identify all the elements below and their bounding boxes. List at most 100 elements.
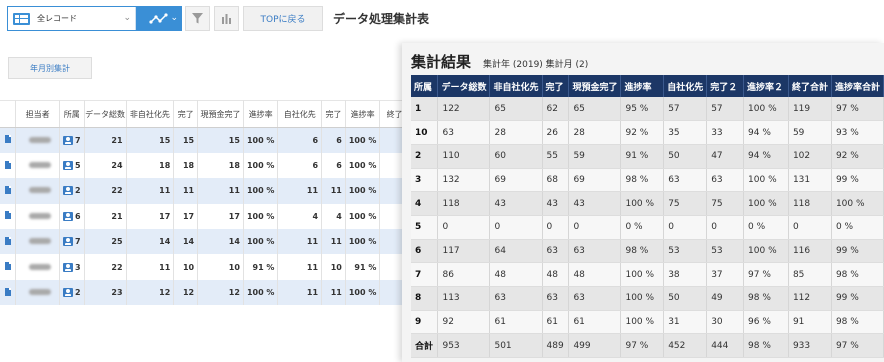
table-cell: 12 bbox=[126, 279, 175, 306]
column-header[interactable]: データ総数 bbox=[437, 75, 491, 97]
table-row[interactable]: 6 21 17 17 17 100 % 4 4 100 % bbox=[0, 203, 410, 230]
column-header[interactable]: 進捗率 bbox=[345, 100, 381, 128]
table-cell: 99 % bbox=[831, 168, 884, 193]
table-cell: 97 % bbox=[743, 262, 789, 287]
table-cell: 100 % bbox=[345, 127, 381, 153]
filter-button[interactable] bbox=[185, 6, 210, 31]
record-detail-cell[interactable] bbox=[0, 178, 17, 204]
record-detail-cell[interactable] bbox=[0, 254, 17, 280]
column-header[interactable]: 現預金完了 bbox=[568, 75, 622, 97]
document-icon[interactable] bbox=[4, 287, 11, 296]
row-header: 合計 bbox=[411, 333, 439, 359]
affiliation-cell[interactable]: 2 bbox=[59, 279, 85, 306]
table-row[interactable]: 2 23 12 12 12 100 % 11 11 100 % bbox=[0, 279, 410, 306]
table-cell: 100 % bbox=[345, 152, 381, 179]
column-header[interactable]: 所属 bbox=[59, 100, 85, 128]
table-cell: 50 bbox=[663, 286, 708, 311]
table-cell: 92 % bbox=[620, 120, 665, 145]
blurred-name bbox=[29, 289, 52, 296]
table-cell: 33 bbox=[706, 120, 745, 145]
affiliation-cell[interactable]: 7 bbox=[59, 127, 85, 153]
table-cell: 18 bbox=[126, 152, 175, 179]
table-row: 4 118 43 43 43 100 % 75 75 100 % 118 100 % bbox=[411, 191, 884, 216]
table-row[interactable]: 7 21 15 15 15 100 % 6 6 100 % bbox=[0, 127, 410, 153]
table-cell: 63 bbox=[437, 120, 491, 145]
user-icon bbox=[63, 135, 74, 145]
column-header[interactable]: 進捗率 bbox=[620, 75, 665, 97]
user-icon bbox=[63, 288, 74, 298]
person-cell bbox=[15, 127, 61, 153]
record-detail-cell[interactable] bbox=[0, 203, 17, 230]
column-header[interactable]: 担当者 bbox=[15, 100, 61, 128]
monthly-aggregate-button[interactable]: 年月別集計 bbox=[8, 57, 92, 79]
affiliation-cell[interactable]: 3 bbox=[59, 254, 85, 280]
affiliation-cell[interactable]: 6 bbox=[59, 203, 85, 230]
affiliation-cell[interactable]: 7 bbox=[59, 229, 85, 255]
document-icon[interactable] bbox=[4, 185, 11, 194]
column-header[interactable]: 完了 bbox=[173, 100, 199, 128]
table-cell: 25 bbox=[84, 229, 127, 255]
document-icon[interactable] bbox=[4, 236, 11, 245]
table-cell: 100 % bbox=[345, 203, 381, 230]
affiliation-value: 6 bbox=[75, 211, 81, 221]
table-cell: 100 % bbox=[243, 229, 279, 255]
table-cell: 93 % bbox=[831, 120, 884, 145]
table-cell: 100 % bbox=[743, 191, 789, 216]
table-cell: 113 bbox=[437, 286, 491, 311]
document-icon[interactable] bbox=[4, 262, 11, 271]
view-selector[interactable]: 全レコード ⌄ ⌄ bbox=[7, 6, 182, 31]
table-cell: 110 bbox=[437, 144, 491, 169]
column-header bbox=[0, 100, 17, 128]
row-header: 9 bbox=[411, 310, 439, 335]
document-icon[interactable] bbox=[4, 135, 11, 144]
table-cell: 953 bbox=[437, 333, 491, 359]
table-cell: 48 bbox=[489, 262, 543, 287]
column-header[interactable]: 自社化先 bbox=[277, 100, 323, 128]
back-to-top-button[interactable]: TOPに戻る bbox=[243, 6, 323, 31]
person-cell bbox=[15, 178, 61, 204]
column-header[interactable]: 現預金完了 bbox=[197, 100, 244, 128]
table-row[interactable]: 2 22 11 11 11 100 % 11 11 100 % bbox=[0, 178, 410, 204]
record-detail-cell[interactable] bbox=[0, 229, 17, 255]
column-header[interactable]: 完了２ bbox=[706, 75, 745, 97]
table-cell: 18 bbox=[173, 152, 199, 179]
table-row[interactable]: 3 22 11 10 10 91 % 11 10 91 % bbox=[0, 254, 410, 280]
table-cell: 0 bbox=[706, 215, 745, 240]
column-header[interactable]: 完了 bbox=[542, 75, 570, 97]
column-header[interactable]: データ総数 bbox=[84, 100, 127, 128]
column-header[interactable]: 進捗率 bbox=[243, 100, 279, 128]
record-detail-cell[interactable] bbox=[0, 152, 17, 179]
table-row[interactable]: 5 24 18 18 18 100 % 6 6 100 % bbox=[0, 152, 410, 179]
column-header[interactable]: 進捗率合計 bbox=[831, 75, 884, 97]
column-header[interactable]: 進捗率２ bbox=[743, 75, 789, 97]
document-icon[interactable] bbox=[4, 160, 11, 169]
affiliation-cell[interactable]: 2 bbox=[59, 178, 85, 204]
table-row[interactable]: 7 25 14 14 14 100 % 11 11 100 % bbox=[0, 229, 410, 255]
column-header[interactable]: 自社化先 bbox=[663, 75, 708, 97]
column-header[interactable]: 非自社化先 bbox=[489, 75, 543, 97]
table-cell: 94 % bbox=[743, 144, 789, 169]
table-view-icon bbox=[13, 12, 30, 25]
affiliation-value: 2 bbox=[75, 288, 81, 298]
column-header[interactable]: 非自社化先 bbox=[126, 100, 175, 128]
record-detail-cell[interactable] bbox=[0, 127, 17, 153]
document-icon[interactable] bbox=[4, 211, 11, 220]
view-select-dropdown[interactable]: 全レコード ⌄ bbox=[8, 7, 136, 30]
aggregate-panel: 集計結果 集計年 (2019) 集計月 (2) 所属 データ総数 非自社化先 完了 現預… bbox=[402, 43, 884, 362]
column-header[interactable]: 完了 bbox=[321, 100, 346, 128]
table-cell: 98 % bbox=[620, 168, 665, 193]
chart-button[interactable] bbox=[214, 6, 239, 31]
table-cell: 10 bbox=[321, 254, 346, 280]
record-detail-cell[interactable] bbox=[0, 279, 17, 306]
affiliation-value: 7 bbox=[75, 237, 81, 247]
graph-view-button[interactable]: ⌄ bbox=[136, 7, 181, 30]
column-header[interactable]: 所属 bbox=[411, 75, 439, 97]
table-cell: 17 bbox=[173, 203, 199, 230]
table-cell: 53 bbox=[663, 239, 708, 264]
table-cell: 69 bbox=[489, 168, 543, 193]
table-cell: 11 bbox=[277, 279, 323, 306]
affiliation-cell[interactable]: 5 bbox=[59, 152, 85, 179]
column-header[interactable]: 終了合計 bbox=[788, 75, 832, 97]
table-cell: 444 bbox=[706, 333, 745, 359]
table-cell: 55 bbox=[542, 144, 570, 169]
